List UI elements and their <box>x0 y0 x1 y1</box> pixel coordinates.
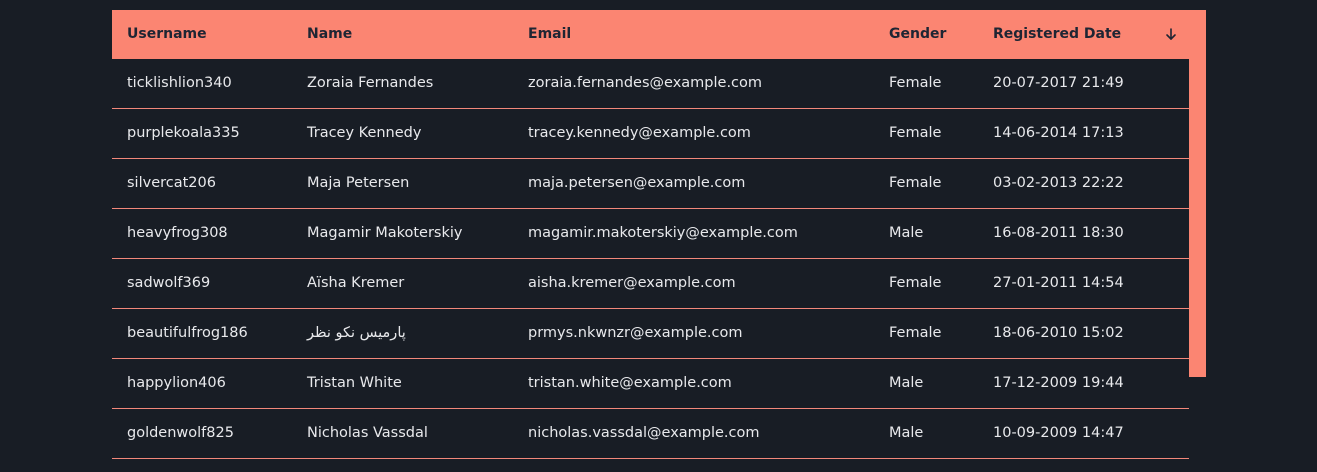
column-header-name[interactable]: Name <box>307 10 352 59</box>
arrow-down-icon[interactable] <box>1164 26 1178 42</box>
cell-email: maja.petersen@example.com <box>528 175 746 191</box>
cell-name: Aïsha Kremer <box>307 275 405 291</box>
cell-username: happylion406 <box>127 375 226 391</box>
cell-registered-date: 27-01-2011 14:54 <box>993 275 1124 291</box>
cell-username: ticklishlion340 <box>127 75 232 91</box>
cell-name: Zoraia Fernandes <box>307 75 434 91</box>
cell-email: tracey.kennedy@example.com <box>528 125 751 141</box>
users-table: Username Name Email Gender Registered Da… <box>112 10 1206 472</box>
cell-username: goldenwolf825 <box>127 425 234 441</box>
cell-gender: Female <box>889 75 942 91</box>
cell-email: aisha.kremer@example.com <box>528 275 736 291</box>
cell-username: silvercat206 <box>127 175 216 191</box>
table-row[interactable]: heavyfrog308 Magamir Makoterskiy magamir.m… <box>112 209 1189 259</box>
cell-email: prmys.nkwnzr@example.com <box>528 325 743 341</box>
cell-gender: Female <box>889 175 942 191</box>
table-row[interactable]: goldenwolf825 Nicholas Vassdal nicholas.va… <box>112 409 1189 459</box>
cell-gender: Female <box>889 275 942 291</box>
column-header-gender[interactable]: Gender <box>889 10 946 59</box>
table-row[interactable]: ticklishlion340 Zoraia Fernandes zoraia.fe… <box>112 59 1189 109</box>
cell-gender: Female <box>889 125 942 141</box>
cell-email: tristan.white@example.com <box>528 375 732 391</box>
vertical-scrollbar[interactable] <box>1189 59 1206 377</box>
cell-registered-date: 17-12-2009 19:44 <box>993 375 1124 391</box>
cell-gender: Female <box>889 325 942 341</box>
table-row[interactable]: beautifulfrog186 پارمیس نکو نظر prmys.nkwn… <box>112 309 1189 359</box>
page: Username Name Email Gender Registered Da… <box>0 0 1317 472</box>
cell-name: Tracey Kennedy <box>307 125 422 141</box>
cell-name: Tristan White <box>307 375 402 391</box>
cell-username: heavyfrog308 <box>127 225 228 241</box>
cell-registered-date: 18-06-2010 15:02 <box>993 325 1124 341</box>
cell-registered-date: 03-02-2013 22:22 <box>993 175 1124 191</box>
cell-name: Maja Petersen <box>307 175 410 191</box>
column-header-username[interactable]: Username <box>127 10 207 59</box>
cell-username: purplekoala335 <box>127 125 240 141</box>
cell-registered-date: 16-08-2011 18:30 <box>993 225 1124 241</box>
cell-gender: Male <box>889 225 924 241</box>
table-row[interactable]: happylion406 Tristan White tristan.white@e… <box>112 359 1189 409</box>
cell-email: nicholas.vassdal@example.com <box>528 425 760 441</box>
cell-registered-date: 10-09-2009 14:47 <box>993 425 1124 441</box>
cell-username: sadwolf369 <box>127 275 211 291</box>
column-header-registered-date[interactable]: Registered Date <box>993 10 1121 59</box>
cell-name: Nicholas Vassdal <box>307 425 428 441</box>
table-header: Username Name Email Gender Registered Da… <box>112 10 1206 59</box>
column-header-email[interactable]: Email <box>528 10 571 59</box>
cell-email: zoraia.fernandes@example.com <box>528 75 763 91</box>
cell-registered-date: 20-07-2017 21:49 <box>993 75 1124 91</box>
table-row[interactable]: purplekoala335 Tracey Kennedy tracey.kenne… <box>112 109 1189 159</box>
cell-registered-date: 14-06-2014 17:13 <box>993 125 1124 141</box>
cell-gender: Male <box>889 375 924 391</box>
cell-gender: Male <box>889 425 924 441</box>
cell-name: Magamir Makoterskiy <box>307 225 463 241</box>
cell-username: beautifulfrog186 <box>127 325 248 341</box>
cell-email: magamir.makoterskiy@example.com <box>528 225 798 241</box>
table-row[interactable]: sadwolf369 Aïsha Kremer aisha.kremer@examp… <box>112 259 1189 309</box>
cell-name: پارمیس نکو نظر <box>307 325 406 341</box>
table-body: ticklishlion340 Zoraia Fernandes zoraia.fe… <box>112 59 1189 459</box>
table-row[interactable]: silvercat206 Maja Petersen maja.petersen@e… <box>112 159 1189 209</box>
